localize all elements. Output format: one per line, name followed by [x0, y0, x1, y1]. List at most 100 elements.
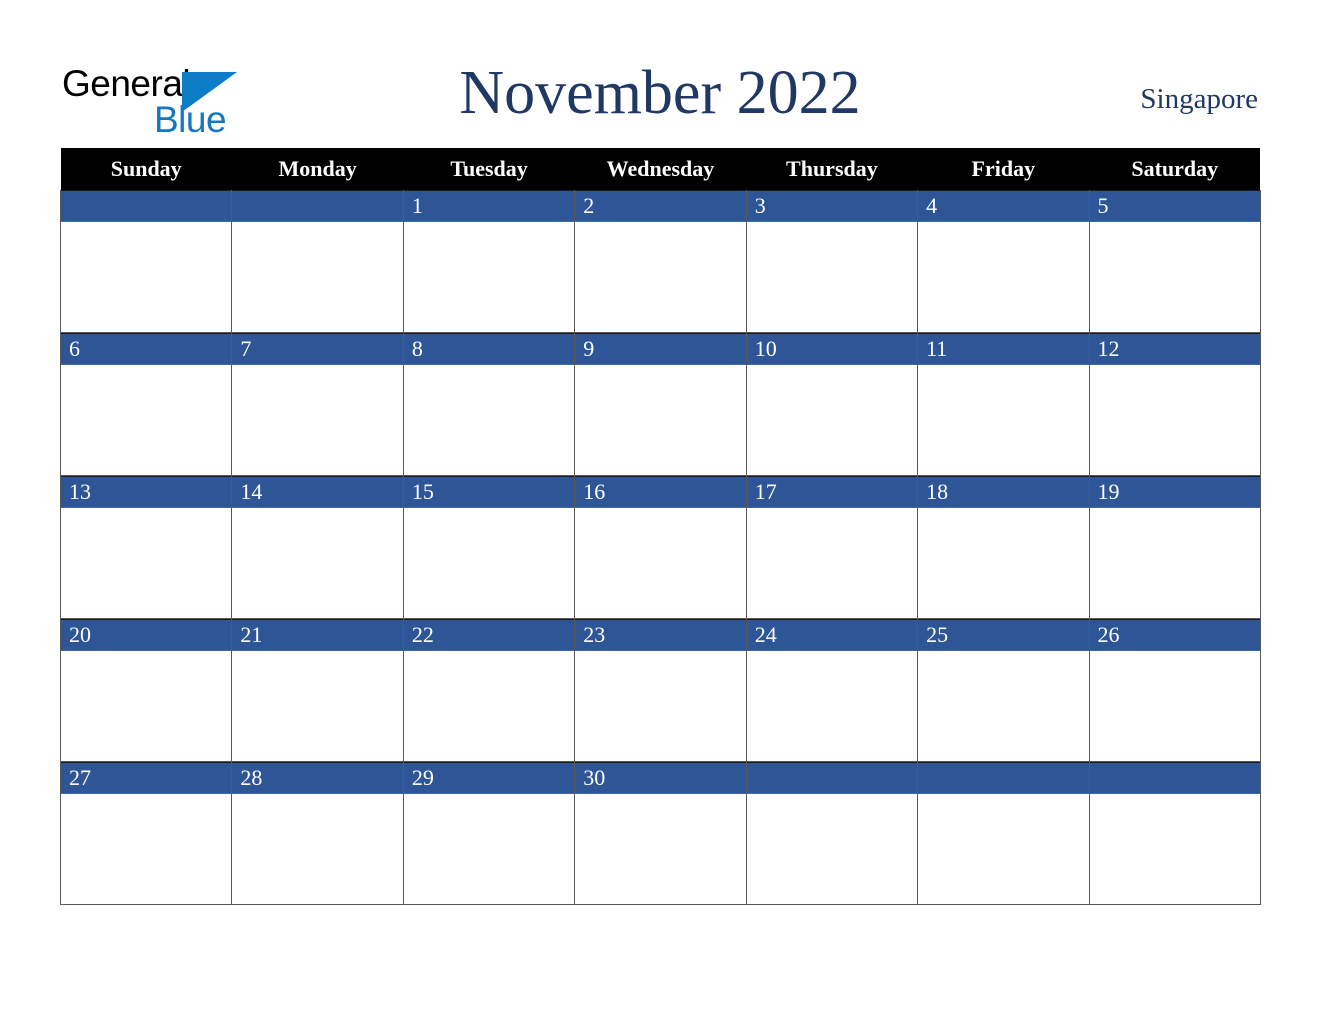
day-cell[interactable]: 1: [402, 190, 576, 333]
calendar-week-row: 13 14 15 16 17 18 19: [59, 475, 1261, 619]
day-notes-area[interactable]: [403, 508, 575, 618]
day-notes-area[interactable]: [746, 222, 918, 332]
day-number-bar: 18: [918, 476, 1089, 508]
day-cell[interactable]: [59, 190, 233, 333]
day-cell[interactable]: 17: [745, 475, 919, 619]
day-cell[interactable]: 8: [402, 332, 576, 476]
day-cell[interactable]: [1088, 761, 1261, 905]
day-cell[interactable]: 3: [745, 190, 919, 333]
day-cell[interactable]: 13: [59, 475, 233, 619]
day-number-bar: 16: [575, 476, 746, 508]
weekday-header-wednesday: Wednesday: [574, 148, 747, 190]
day-number-bar: 27: [61, 762, 232, 794]
day-number: 18: [926, 479, 949, 504]
day-number: 14: [240, 479, 263, 504]
day-notes-area[interactable]: [575, 794, 746, 904]
day-notes-area[interactable]: [61, 365, 232, 475]
day-cell[interactable]: 11: [917, 332, 1090, 476]
day-notes-area[interactable]: [575, 365, 746, 475]
day-notes-area[interactable]: [232, 365, 403, 475]
day-cell[interactable]: 18: [917, 475, 1090, 619]
day-notes-area[interactable]: [61, 651, 232, 761]
day-number: 13: [69, 479, 91, 504]
day-cell[interactable]: 12: [1088, 332, 1261, 476]
day-notes-area[interactable]: [918, 222, 1089, 332]
day-cell[interactable]: 29: [402, 761, 576, 905]
day-number-bar: 26: [1089, 619, 1260, 651]
day-notes-area[interactable]: [403, 222, 575, 332]
day-cell[interactable]: 30: [574, 761, 747, 905]
day-cell[interactable]: 26: [1088, 618, 1261, 762]
day-number: 28: [240, 765, 263, 790]
day-notes-area[interactable]: [1089, 794, 1260, 904]
day-notes-area[interactable]: [918, 794, 1089, 904]
day-number: 22: [411, 622, 434, 647]
day-notes-area[interactable]: [1089, 365, 1260, 475]
day-cell[interactable]: 25: [917, 618, 1090, 762]
day-number-bar: 22: [403, 619, 575, 651]
weekday-header-sunday: Sunday: [60, 148, 232, 190]
day-notes-area[interactable]: [575, 222, 746, 332]
day-notes-area[interactable]: [746, 365, 918, 475]
day-number: 8: [411, 336, 423, 361]
day-number-bar: 2: [575, 190, 746, 222]
day-notes-area[interactable]: [403, 794, 575, 904]
day-cell[interactable]: 19: [1088, 475, 1261, 619]
day-number-bar: 5: [1089, 190, 1260, 222]
day-notes-area[interactable]: [232, 794, 403, 904]
day-cell[interactable]: 28: [231, 761, 404, 905]
day-number: 26: [1097, 622, 1120, 647]
day-cell[interactable]: [917, 761, 1090, 905]
day-cell[interactable]: [231, 190, 404, 333]
day-number-bar: 19: [1089, 476, 1260, 508]
day-number: 29: [411, 765, 434, 790]
day-cell[interactable]: 2: [574, 190, 747, 333]
day-cell[interactable]: 22: [402, 618, 576, 762]
day-cell[interactable]: 15: [402, 475, 576, 619]
day-notes-area[interactable]: [746, 651, 918, 761]
day-cell[interactable]: 14: [231, 475, 404, 619]
day-notes-area[interactable]: [61, 794, 232, 904]
day-number: 11: [926, 336, 948, 361]
day-cell[interactable]: 9: [574, 332, 747, 476]
day-number: 27: [69, 765, 91, 790]
day-cell[interactable]: 10: [745, 332, 919, 476]
day-notes-area[interactable]: [918, 651, 1089, 761]
day-notes-area[interactable]: [1089, 651, 1260, 761]
day-cell[interactable]: 16: [574, 475, 747, 619]
day-cell[interactable]: 5: [1088, 190, 1261, 333]
day-notes-area[interactable]: [232, 508, 403, 618]
day-number: 17: [754, 479, 777, 504]
day-number: 19: [1097, 479, 1120, 504]
day-cell[interactable]: 6: [59, 332, 233, 476]
day-notes-area[interactable]: [1089, 508, 1260, 618]
day-cell[interactable]: 4: [917, 190, 1090, 333]
day-notes-area[interactable]: [918, 508, 1089, 618]
day-cell[interactable]: 27: [59, 761, 233, 905]
day-notes-area[interactable]: [61, 508, 232, 618]
day-notes-area[interactable]: [746, 508, 918, 618]
day-notes-area[interactable]: [232, 222, 403, 332]
day-notes-area[interactable]: [575, 651, 746, 761]
day-notes-area[interactable]: [575, 508, 746, 618]
day-notes-area[interactable]: [403, 651, 575, 761]
day-number-bar: 7: [232, 333, 403, 365]
day-notes-area[interactable]: [61, 222, 232, 332]
day-notes-area[interactable]: [232, 651, 403, 761]
day-number-bar: 20: [61, 619, 232, 651]
day-number-bar: 3: [746, 190, 918, 222]
day-number-bar: 6: [61, 333, 232, 365]
day-cell[interactable]: [745, 761, 919, 905]
day-cell[interactable]: 23: [574, 618, 747, 762]
day-number: 5: [1097, 193, 1109, 218]
day-cell[interactable]: 7: [231, 332, 404, 476]
day-notes-area[interactable]: [918, 365, 1089, 475]
weekday-header-tuesday: Tuesday: [403, 148, 575, 190]
day-number: 21: [240, 622, 263, 647]
day-notes-area[interactable]: [746, 794, 918, 904]
day-notes-area[interactable]: [403, 365, 575, 475]
day-notes-area[interactable]: [1089, 222, 1260, 332]
day-cell[interactable]: 21: [231, 618, 404, 762]
day-cell[interactable]: 20: [59, 618, 233, 762]
day-cell[interactable]: 24: [745, 618, 919, 762]
